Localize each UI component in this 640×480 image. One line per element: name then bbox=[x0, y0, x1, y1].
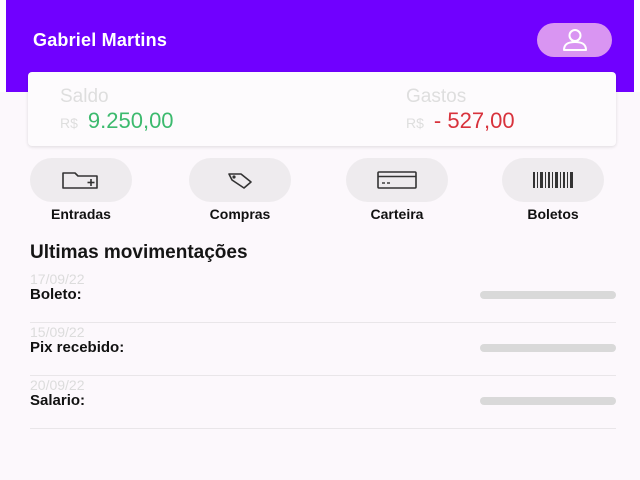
barcode-icon bbox=[533, 172, 573, 188]
app-screen: Gabriel Martins Saldo R$ 9.250,00 Gastos… bbox=[0, 0, 640, 480]
action-entradas[interactable]: Entradas bbox=[26, 158, 136, 222]
movement-date: 15/09/22 bbox=[30, 324, 85, 340]
movement-item[interactable]: 20/09/22 Salario: bbox=[30, 377, 616, 429]
saldo-value: 9.250,00 bbox=[87, 108, 174, 133]
boletos-button[interactable] bbox=[502, 158, 604, 202]
user-icon bbox=[562, 29, 587, 51]
balance-card: Saldo R$ 9.250,00 Gastos R$ - 527,00 bbox=[28, 72, 616, 146]
movement-item[interactable]: 17/09/22 Boleto: bbox=[30, 271, 616, 323]
frame-edge-left bbox=[0, 0, 6, 92]
action-boletos[interactable]: Boletos bbox=[498, 158, 608, 222]
saldo-stat: Saldo R$ 9.250,00 bbox=[60, 86, 174, 134]
movement-date: 17/09/22 bbox=[30, 271, 85, 287]
saldo-label: Saldo bbox=[60, 86, 109, 107]
movement-name: Salario: bbox=[30, 392, 86, 409]
movement-name: Boleto: bbox=[30, 286, 82, 303]
quick-actions: Entradas Compras Carteira Boletos bbox=[0, 158, 640, 228]
gastos-stat: Gastos R$ - 527,00 bbox=[406, 86, 515, 134]
action-compras[interactable]: Compras bbox=[185, 158, 295, 222]
movement-item[interactable]: 15/09/22 Pix recebido: bbox=[30, 324, 616, 376]
boletos-label: Boletos bbox=[527, 206, 579, 222]
tag-icon bbox=[228, 173, 252, 189]
carteira-label: Carteira bbox=[370, 206, 424, 222]
gastos-currency: R$ bbox=[406, 115, 424, 131]
compras-button[interactable] bbox=[189, 158, 291, 202]
folder-add-icon bbox=[62, 172, 98, 189]
profile-button[interactable] bbox=[537, 23, 612, 57]
carteira-button[interactable] bbox=[346, 158, 448, 202]
movement-date: 20/09/22 bbox=[30, 377, 85, 393]
movement-name: Pix recebido: bbox=[30, 339, 125, 356]
user-name: Gabriel Martins bbox=[33, 30, 168, 50]
credit-card-icon bbox=[377, 171, 417, 189]
compras-label: Compras bbox=[209, 206, 271, 222]
entradas-button[interactable] bbox=[30, 158, 132, 202]
movement-amount-placeholder bbox=[480, 291, 616, 299]
movement-amount-placeholder bbox=[480, 344, 616, 352]
movements-title: Ultimas movimentações bbox=[30, 242, 248, 263]
gastos-label: Gastos bbox=[406, 86, 467, 107]
action-carteira[interactable]: Carteira bbox=[342, 158, 452, 222]
movement-amount-placeholder bbox=[480, 397, 616, 405]
gastos-value: - 527,00 bbox=[433, 108, 515, 133]
entradas-label: Entradas bbox=[51, 206, 111, 222]
saldo-currency: R$ bbox=[60, 115, 78, 131]
frame-edge-right bbox=[634, 0, 640, 92]
